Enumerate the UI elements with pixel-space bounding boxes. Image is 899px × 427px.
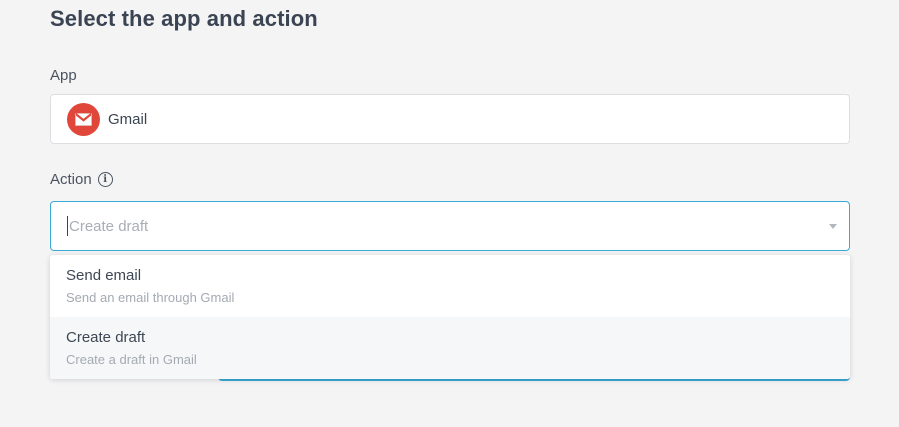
gmail-icon: [67, 102, 100, 136]
app-label-text: App: [50, 67, 77, 84]
page-title: Select the app and action: [50, 6, 318, 31]
option-title: Create draft: [66, 329, 146, 346]
app-name: Gmail: [108, 110, 148, 128]
option-title: Send email: [66, 267, 142, 284]
action-selector[interactable]: [50, 201, 850, 251]
dropdown-option-create-draft[interactable]: Create draft Create a draft in Gmail: [50, 317, 850, 379]
option-description: Send an email through Gmail: [66, 290, 235, 305]
action-label: Action i: [50, 171, 113, 188]
action-dropdown: Send email Send an email through Gmail C…: [50, 255, 850, 379]
app-label: App: [50, 67, 77, 84]
gmail-envelope-icon: [75, 112, 92, 126]
info-icon[interactable]: i: [97, 172, 113, 187]
dropdown-option-send-email[interactable]: Send email Send an email through Gmail: [50, 255, 850, 317]
chevron-down-icon[interactable]: [829, 224, 837, 229]
action-label-text: Action: [50, 171, 92, 188]
option-description: Create a draft in Gmail: [66, 352, 197, 367]
text-caret: [67, 216, 68, 236]
app-selector[interactable]: Gmail: [50, 94, 850, 144]
action-search-input[interactable]: [69, 217, 769, 235]
